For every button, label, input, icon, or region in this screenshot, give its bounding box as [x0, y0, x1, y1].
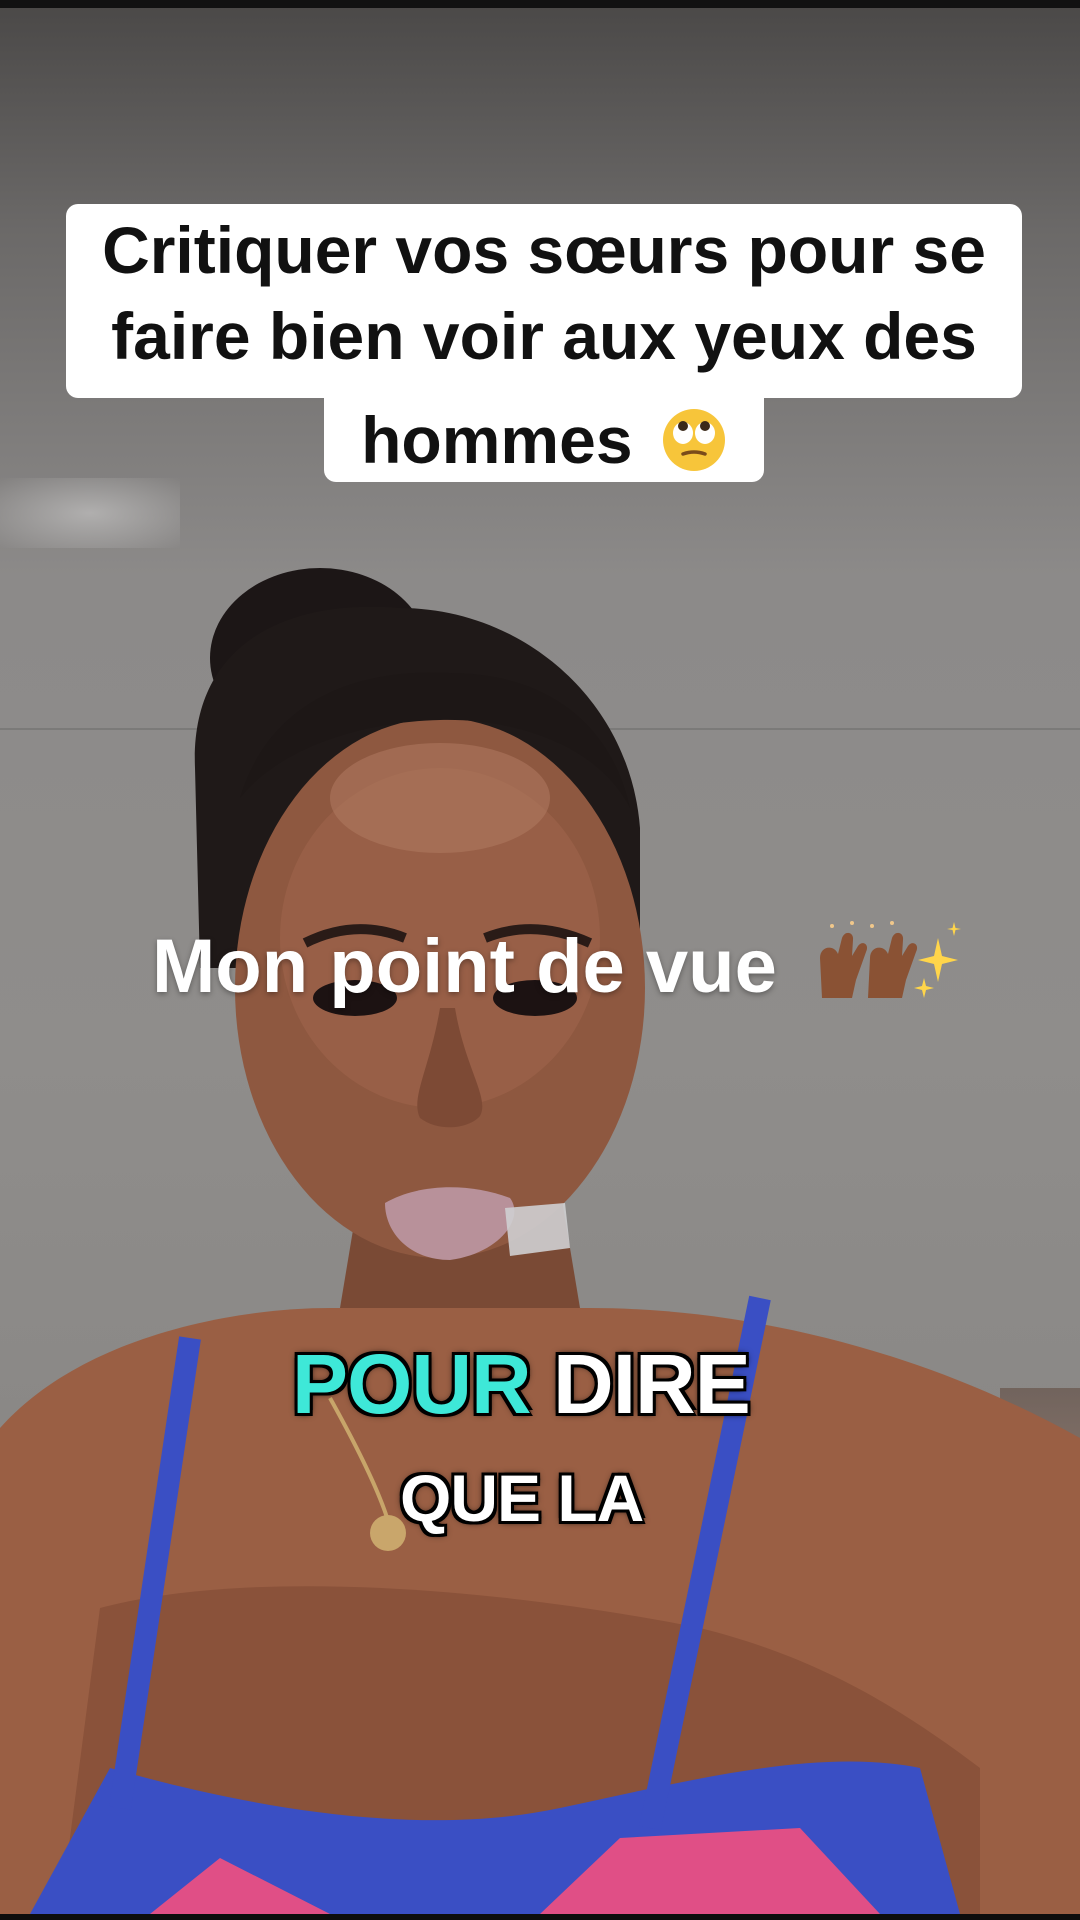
caption-line-3: hommes — [324, 394, 764, 482]
caption-line-1: Critiquer vos sœurs pour se — [66, 204, 1022, 294]
subtitle-line-2: QUE LA — [400, 1461, 644, 1535]
raising-hands-sparkles-icon — [819, 921, 961, 998]
subtitle-highlight-word: POUR — [292, 1337, 532, 1431]
subtitle-line-1: POUR DIRE — [292, 1336, 751, 1432]
top-edge-bar — [0, 0, 1080, 8]
overlay-text: Mon point de vue — [152, 918, 962, 1010]
caption-line-2: faire bien voir aux yeux des — [66, 290, 1022, 398]
bottom-edge-bar — [0, 1914, 1080, 1920]
sparkles-icon — [913, 922, 961, 998]
subtitle-word: DIRE — [553, 1337, 751, 1431]
video-screen[interactable]: Critiquer vos sœurs pour se faire bien v… — [0, 0, 1080, 1920]
face-with-rolling-eyes-icon — [662, 409, 725, 471]
raising-hands-icon — [819, 921, 918, 998]
